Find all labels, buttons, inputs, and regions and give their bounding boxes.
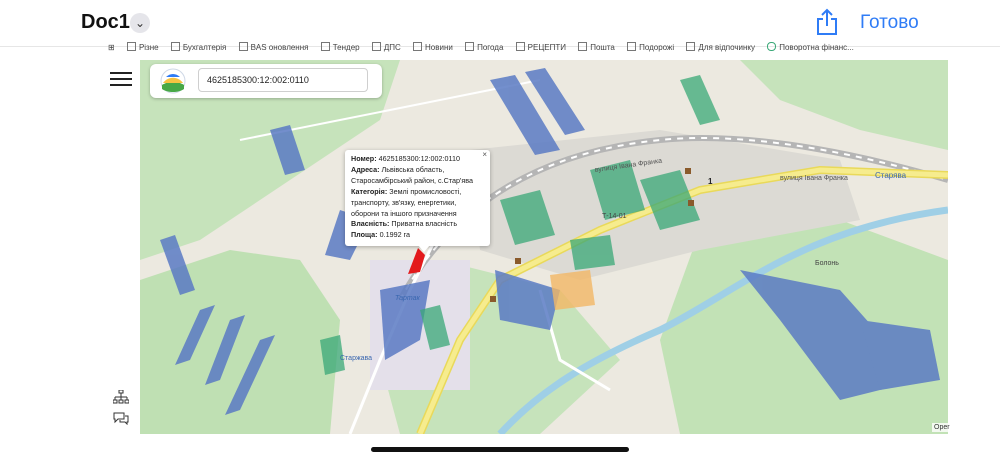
popup-number-row: Номер: 4625185300:12:002:0110 <box>351 154 460 163</box>
logo-icon[interactable] <box>158 67 188 95</box>
street-label: вулиця Івана Франка <box>780 175 848 182</box>
popup-category-row: Категорія: Землі промисловості, транспор… <box>351 186 462 218</box>
chat-icon[interactable] <box>112 411 130 426</box>
map-canvas[interactable]: вулиця Івана Франка вулиця Івана Франка … <box>140 60 948 434</box>
bookmarks-bar: ⊞ Різне Бухгалтерія BAS оновлення Тендер… <box>108 42 988 55</box>
bookmark-item[interactable]: Для відпочинку <box>686 42 755 52</box>
apps-icon[interactable]: ⊞ <box>108 43 115 52</box>
sitemap-icon[interactable] <box>112 389 130 404</box>
road-code-label: Т-14-01 <box>602 213 627 220</box>
parcel-info-popup: × Номер: 4625185300:12:002:0110 Адреса: … <box>345 150 490 246</box>
left-rail <box>104 60 140 434</box>
popup-tip <box>418 245 430 252</box>
close-icon[interactable]: × <box>482 150 487 161</box>
place-label: Болонь <box>815 260 839 267</box>
bookmark-item[interactable]: Пошта <box>578 42 615 52</box>
bookmark-item[interactable]: BAS оновлення <box>238 42 308 52</box>
place-label: Тартак <box>395 295 421 302</box>
document-title[interactable]: Doc1 <box>81 11 130 34</box>
forest-area <box>740 60 948 150</box>
bookmark-item[interactable]: Різне <box>126 42 159 52</box>
bookmark-item[interactable]: ДПС <box>371 42 401 52</box>
map-marker-label: 1 <box>708 177 713 186</box>
bookmark-item[interactable]: Погода <box>465 42 503 52</box>
hamburger-menu-icon[interactable] <box>110 72 132 86</box>
popup-area-row: Площа: 0.1992 га <box>351 230 411 240</box>
place-label: Старжава <box>340 355 372 362</box>
bookmark-item[interactable]: Новини <box>413 42 453 52</box>
popup-ownership-row: Власність: Приватна власність <box>351 219 458 229</box>
chevron-down-icon[interactable]: ⌄ <box>130 13 150 33</box>
cadastral-number-input[interactable] <box>198 68 368 92</box>
bookmark-item[interactable]: Поворотна фінанс... <box>767 42 854 52</box>
bookmark-item[interactable]: Подорожі <box>627 42 674 52</box>
popup-address-row: Адреса: Львівська область, Старосамбірсь… <box>351 164 474 185</box>
map-attribution[interactable]: Oper <box>932 423 952 432</box>
parcel-orange <box>550 270 595 310</box>
home-indicator[interactable] <box>371 447 629 452</box>
bookmark-item[interactable]: РЕЦЕПТИ <box>515 42 566 52</box>
share-icon[interactable] <box>815 8 839 36</box>
map-view[interactable]: вулиця Івана Франка вулиця Івана Франка … <box>140 60 948 434</box>
bookmark-item[interactable]: Бухгалтерія <box>170 42 226 52</box>
done-button[interactable]: Готово <box>860 12 919 34</box>
bookmark-item[interactable]: Тендер <box>320 42 360 52</box>
top-bar: Doc1 ⌄ Готово <box>0 0 1000 47</box>
place-label: Старява <box>875 171 907 180</box>
